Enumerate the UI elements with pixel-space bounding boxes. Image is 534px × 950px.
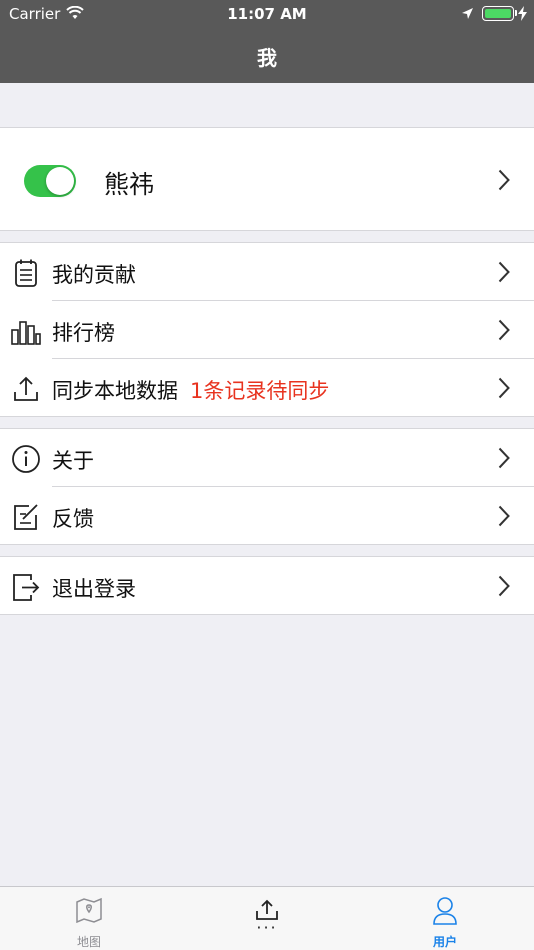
- chevron-right-icon: [498, 575, 510, 597]
- menu-item-logout[interactable]: 退出登录: [0, 557, 534, 615]
- info-icon: [12, 445, 40, 473]
- profile-name: 熊祎: [104, 170, 155, 199]
- chevron-right-icon: [498, 377, 510, 399]
- edit-icon: [14, 504, 38, 530]
- more-dots: ···: [256, 918, 278, 937]
- menu-item-sync[interactable]: 同步本地数据 1条记录待同步: [0, 359, 534, 417]
- tab-user[interactable]: 用户: [356, 887, 534, 950]
- chevron-right-icon: [498, 319, 510, 341]
- location-arrow-icon: [462, 8, 473, 19]
- chevron-right-icon: [498, 505, 510, 527]
- battery-cap: [515, 10, 517, 16]
- menu-group-2: 关于 反馈: [0, 428, 534, 545]
- menu-item-label: 我的贡献: [52, 263, 136, 287]
- logout-icon: [13, 574, 40, 601]
- user-icon: [433, 897, 457, 925]
- menu-item-feedback[interactable]: 反馈: [0, 487, 534, 545]
- profile-row[interactable]: 熊祎: [0, 127, 534, 231]
- menu-item-label: 排行榜: [52, 321, 115, 345]
- menu-item-about[interactable]: 关于: [0, 429, 534, 487]
- clipboard-icon: [15, 259, 37, 287]
- upload-icon: [14, 376, 38, 401]
- tab-map[interactable]: 地图: [0, 887, 178, 950]
- tab-bar: 地图 ··· 用户: [0, 886, 534, 950]
- status-toggle[interactable]: [24, 165, 76, 197]
- pending-sync-count: 1条记录待同步: [190, 379, 330, 403]
- status-bar: Carrier 11:07 AM: [0, 0, 534, 28]
- menu-item-leaderboard[interactable]: 排行榜: [0, 301, 534, 359]
- menu-item-contributions[interactable]: 我的贡献: [0, 243, 534, 301]
- menu-item-label: 同步本地数据 1条记录待同步: [52, 375, 329, 405]
- menu-group-1: 我的贡献 排行榜 同步本地数据 1条记录待同步: [0, 242, 534, 417]
- tab-label: 用户: [432, 935, 457, 949]
- sync-label: 同步本地数据: [52, 379, 178, 403]
- screen: Carrier 11:07 AM 我 熊祎 我的贡献 排行榜 同步本地数据 1条…: [0, 0, 534, 950]
- charging-bolt-icon: [518, 6, 527, 21]
- menu-item-label: 反馈: [52, 507, 94, 531]
- bar-chart-icon: [11, 321, 41, 345]
- clock: 11:07 AM: [227, 5, 307, 23]
- tab-label: 地图: [76, 935, 101, 949]
- page-title: 我: [257, 46, 277, 70]
- menu-group-3: 退出登录: [0, 556, 534, 615]
- battery-icon: [482, 6, 514, 21]
- chevron-right-icon: [498, 261, 510, 283]
- tab-upload[interactable]: ···: [178, 887, 356, 950]
- menu-item-label: 关于: [52, 449, 94, 473]
- chevron-right-icon: [498, 169, 510, 191]
- map-icon: [76, 897, 102, 923]
- chevron-right-icon: [498, 447, 510, 469]
- navigation-header: Carrier 11:07 AM 我: [0, 0, 534, 83]
- menu-item-label: 退出登录: [52, 577, 136, 601]
